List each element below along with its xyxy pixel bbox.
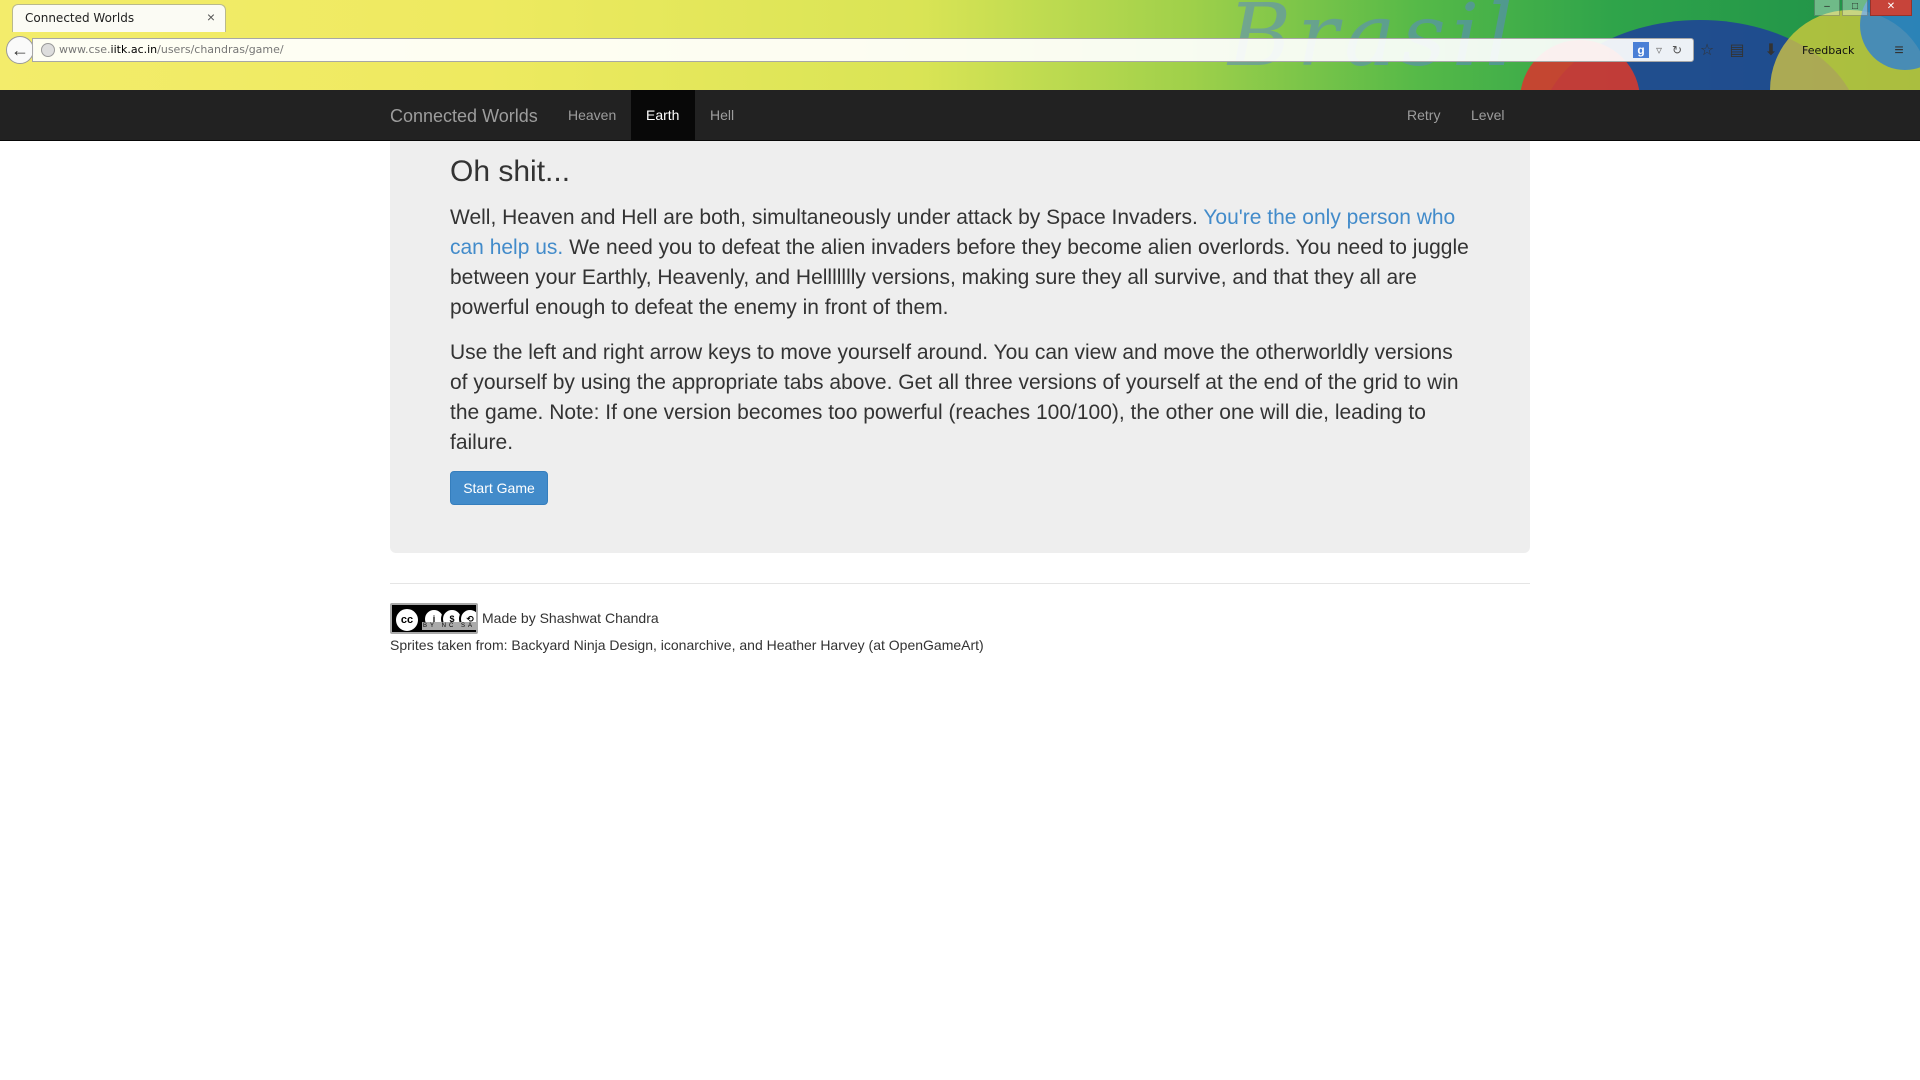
intro-panel: Oh shit... Well, Heaven and Hell are bot… <box>390 141 1530 553</box>
sprites-credit: Sprites taken from: Backyard Ninja Desig… <box>390 637 984 653</box>
license-strip: BY NC SA <box>422 622 476 630</box>
bookmarks-list-icon[interactable]: ▤ <box>1726 40 1748 62</box>
dropdown-arrow-icon[interactable]: ▿ <box>1651 42 1667 58</box>
tab-close-icon[interactable]: × <box>207 9 215 25</box>
level-indicator: Level 1 <box>1456 90 1530 174</box>
maximize-icon[interactable]: □ <box>1842 0 1868 16</box>
back-arrow-icon[interactable]: ← <box>6 36 34 64</box>
feedback-button[interactable]: Feedback <box>1802 44 1854 57</box>
creative-commons-badge[interactable]: cc i $ ⟲ BY NC SA <box>390 603 478 634</box>
site-identity-icon[interactable] <box>41 43 55 57</box>
page-title: Oh shit... <box>450 155 571 188</box>
close-window-icon[interactable]: ✕ <box>1870 0 1912 16</box>
footer-divider <box>390 583 1530 584</box>
tab-hell[interactable]: Hell <box>695 90 745 140</box>
url-text[interactable]: www.cse.iitk.ac.in/users/chandras/game/ <box>59 43 284 56</box>
made-by-text: Made by Shashwat Chandra <box>482 610 659 626</box>
reload-icon[interactable]: ↻ <box>1669 42 1685 58</box>
tab-heaven[interactable]: Heaven <box>553 90 627 140</box>
google-search-icon[interactable]: g <box>1633 42 1649 58</box>
tab-title: Connected Worlds <box>25 11 135 25</box>
window-controls: – □ ✕ <box>1814 0 1912 16</box>
bookmark-star-icon[interactable]: ☆ <box>1696 40 1718 62</box>
tab-earth[interactable]: Earth <box>631 90 695 140</box>
menu-icon[interactable]: ≡ <box>1888 40 1910 62</box>
cc-logo-icon: cc <box>394 607 420 632</box>
download-icon[interactable]: ⬇ <box>1760 40 1782 62</box>
site-navbar: Connected Worlds Heaven Earth Hell Retry… <box>0 90 1920 174</box>
browser-tab[interactable]: Connected Worlds × <box>12 4 226 32</box>
level-label: Level <box>1471 107 1505 123</box>
story-paragraph: Well, Heaven and Hell are both, simultan… <box>450 206 1469 319</box>
browser-chrome: Brasil Connected Worlds × – □ ✕ ← www.cs… <box>0 0 1920 90</box>
retry-link[interactable]: Retry <box>1392 90 1456 140</box>
navbar-brand[interactable]: Connected Worlds <box>390 106 538 127</box>
minimize-icon[interactable]: – <box>1814 0 1840 16</box>
start-game-button[interactable]: Start Game <box>450 471 548 505</box>
url-bar[interactable]: www.cse.iitk.ac.in/users/chandras/game/ … <box>32 38 1694 62</box>
instructions-paragraph: Use the left and right arrow keys to mov… <box>450 341 1459 454</box>
